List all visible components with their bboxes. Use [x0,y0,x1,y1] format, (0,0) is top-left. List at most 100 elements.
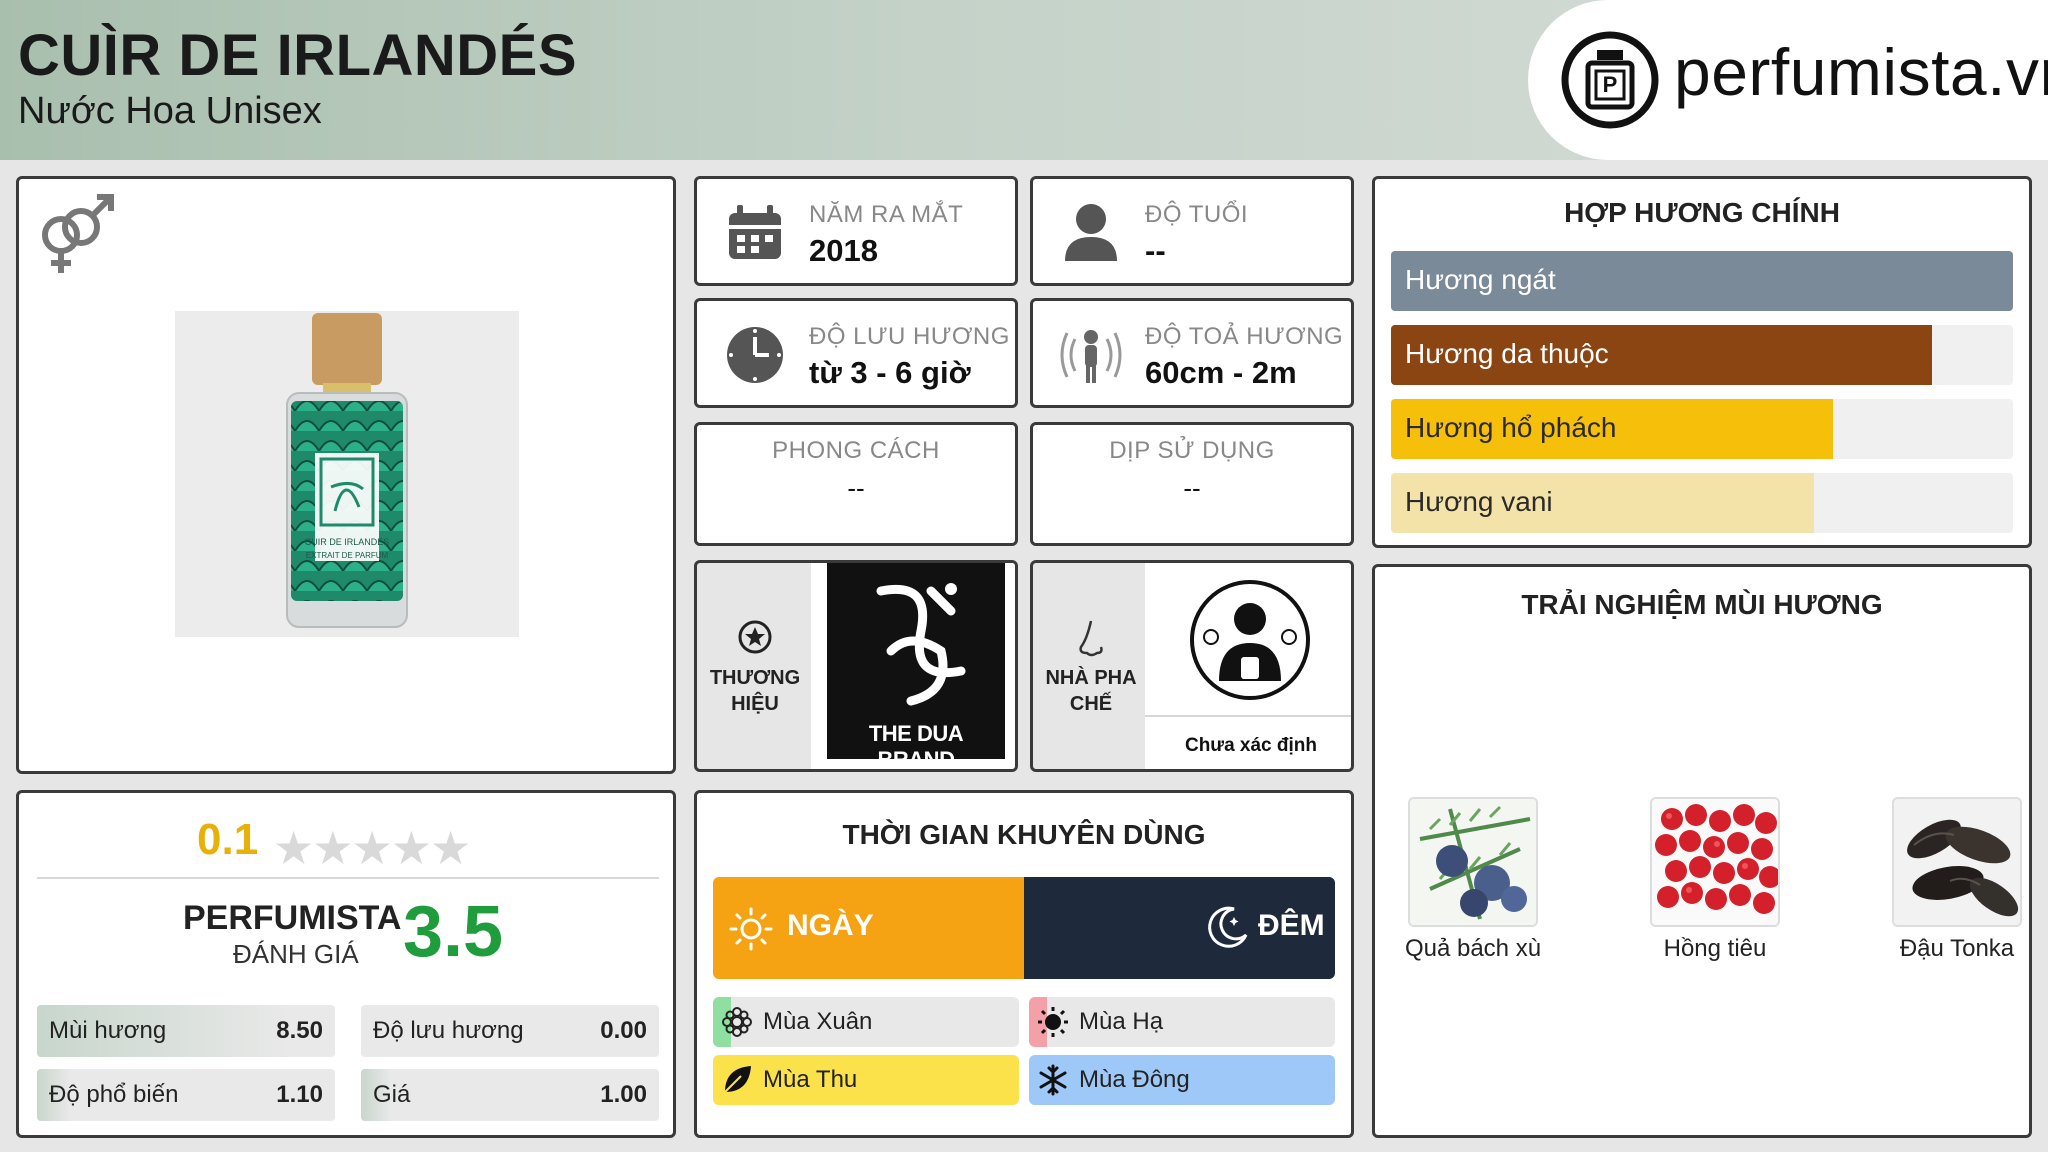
season-bar: Mùa Hạ [1029,997,1335,1047]
style-label: PHONG CÁCH [772,437,940,464]
scent-experience-title: TRẢI NGHIỆM MÙI HƯƠNG [1521,589,1883,620]
longevity-cell: ĐỘ LƯU HƯƠNG từ 3 - 6 giờ [694,298,1018,408]
moon-icon [1208,906,1248,948]
note-item[interactable]: Quả bách xù [1383,797,1563,963]
sillage-person-icon [1060,330,1122,383]
accord-bar: Hương ngát [1391,251,2013,311]
season-label: Mùa Đông [1079,1066,1190,1093]
sillage-cell: ĐỘ TOẢ HƯƠNG 60cm - 2m [1030,298,1354,408]
brand-label-2: HIỆU [731,693,779,715]
perfumista-rating-subtitle: ĐÁNH GIÁ [233,939,359,969]
rating-metric: Độ phổ biến 1.10 [37,1069,335,1121]
tonka-bean-icon [1892,797,2022,927]
nose-icon [1079,620,1103,657]
night-segment[interactable]: ĐÊM [1024,877,1335,979]
day-night-bar: NGÀY ĐÊM [713,877,1335,979]
season-label: Mùa Hạ [1079,1008,1164,1035]
bottle-sub-text: EXTRAIT DE PARFUM [305,551,389,560]
accord-bar: Hương da thuộc [1391,325,2013,385]
season-bar: Mùa Đông [1029,1055,1335,1105]
snowflake-icon [1039,1064,1067,1096]
user-rating-score: 0.1 [197,815,259,864]
note-item[interactable]: Hồng tiêu [1625,797,1805,963]
note-label: Quả bách xù [1404,935,1542,962]
bottle-label-text: CUIR DE IRLANDES [304,537,390,547]
clock-icon [727,327,783,383]
perfumista-rating-title: PERFUMISTA [183,899,402,937]
age-cell: ĐỘ TUỔI -- [1030,176,1354,286]
season-bar: Mùa Thu [713,1055,1019,1105]
longevity-value: từ 3 - 6 giờ [809,355,971,390]
rating-metric-name: Độ phổ biến [49,1081,179,1108]
accord-label: Hương hổ phách [1405,412,1617,443]
main-accords-title: HỢP HƯƠNG CHÍNH [1564,197,1840,228]
perfume-subtitle: Nước Hoa Unisex [18,90,322,132]
release-year-label: NĂM RA MẮT [809,201,964,228]
sillage-label: ĐỘ TOẢ HƯƠNG [1145,323,1344,350]
perfumer-cell[interactable]: NHÀ PHA CHẾ Chưa xác định [1030,560,1354,772]
juniper-icon [1408,797,1538,927]
brand-cell[interactable]: THƯƠNG HIỆU THE DUA BRAND [694,560,1018,772]
release-year-cell: NĂM RA MẮT 2018 [694,176,1018,286]
season-bar: Mùa Xuân [713,997,1019,1047]
perfumer-avatar-icon [1190,580,1310,700]
longevity-label: ĐỘ LƯU HƯƠNG [809,323,1010,350]
day-segment[interactable]: NGÀY [713,877,1024,979]
sillage-value: 60cm - 2m [1145,355,1297,390]
perfumer-name: Chưa xác định [1184,735,1317,756]
page-header: CUÌR DE IRLANDÉS Nước Hoa Unisex P perfu… [0,0,2048,160]
age-value: -- [1145,233,1166,268]
rating-metric-value: 0.00 [600,1017,647,1044]
scent-experience-card: TRẢI NGHIỆM MÙI HƯƠNG Quả bách xù Hồng t… [1372,564,2032,1138]
season-label: Mùa Xuân [763,1008,873,1035]
rating-metric: Giá 1.00 [361,1069,659,1121]
accord-bar: Hương vani [1391,473,2013,533]
season-bar-fill [713,1055,1019,1105]
rating-metric-value: 1.10 [276,1081,323,1108]
site-logo[interactable]: P perfumista.vn [1528,0,2048,160]
rating-metric-name: Mùi hương [49,1017,167,1044]
occasion-label: DỊP SỬ DỤNG [1109,437,1275,464]
perfumista-score: 3.5 [403,892,504,972]
rating-metric-name: Giá [373,1081,411,1108]
star-icon: ★ [390,822,432,874]
star-icon: ★ [351,822,393,874]
product-photo: CUIR DE IRLANDES EXTRAIT DE PARFUM [175,311,519,637]
brand-label-1: THƯƠNG [709,667,801,689]
style-cell: PHONG CÁCH -- [694,422,1018,546]
occasion-cell: DỊP SỬ DỤNG -- [1030,422,1354,546]
accord-bar: Hương hổ phách [1391,399,2013,459]
sun-icon [729,907,773,951]
rating-metric: Mùi hương 8.50 [37,1005,335,1057]
sun-icon [1038,1007,1068,1037]
star-icon: ★ [312,822,353,874]
occasion-value: -- [1183,473,1201,503]
brand-logo-image: THE DUA BRAND [811,563,1015,772]
unisex-icon [42,194,114,273]
star-rating[interactable]: ★★★★★ [273,821,471,875]
age-label: ĐỘ TUỔI [1145,201,1249,228]
calendar-icon [729,205,781,259]
perfume-bottle-logo-icon: P [1561,31,1659,129]
product-image-card: CUIR DE IRLANDES EXTRAIT DE PARFUM [16,176,676,774]
night-label: ĐÊM [1258,909,1325,942]
recommended-time-title: THỜI GIAN KHUYÊN DÙNG [842,819,1206,850]
rating-metric-name: Độ lưu hương [373,1017,524,1044]
pink-pepper-icon [1650,797,1780,927]
day-label: NGÀY [787,909,874,942]
recommended-time-card: THỜI GIAN KHUYÊN DÙNG NGÀY ĐÊM Mùa Xuân M… [694,790,1354,1138]
brand-name-text: THE DUA BRAND [868,721,964,772]
rating-metric-value: 1.00 [600,1081,647,1108]
perfumer-image: Chưa xác định [1145,563,1351,769]
svg-text:P: P [1603,72,1618,97]
perfumer-label-1: NHÀ PHA [1045,667,1137,689]
star-icon: ★ [430,822,471,874]
person-icon [1065,204,1117,261]
accord-label: Hương ngát [1405,264,1556,295]
rating-metric-value: 8.50 [276,1017,323,1044]
star-badge-icon [738,620,772,654]
brand-calligraphy-icon [876,583,966,706]
release-year-value: 2018 [809,233,878,268]
note-item[interactable]: Đậu Tonka [1867,797,2029,963]
perfume-title: CUÌR DE IRLANDÉS [18,23,578,88]
